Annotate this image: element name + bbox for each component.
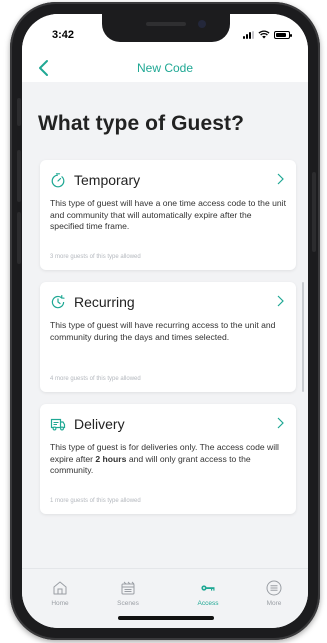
card-description: This type of guest will have a one time … [50, 198, 286, 231]
card-description: This type of guest will have recurring a… [50, 320, 276, 342]
volume-up-button [17, 150, 21, 202]
card-title: Delivery [74, 416, 125, 432]
key-icon [201, 585, 215, 591]
home-icon [53, 581, 67, 595]
recurring-clock-icon [51, 295, 65, 309]
card-title: Temporary [74, 172, 141, 188]
tab-scenes[interactable]: Scenes [98, 579, 158, 607]
page-header-title: New Code [136, 61, 194, 75]
notch [102, 14, 230, 42]
card-limit-note: 4 more guests of this type allowed [50, 376, 141, 382]
content: What type of Guest? Temporary This type … [22, 82, 308, 544]
home-indicator[interactable] [118, 616, 214, 620]
scenes-icon [121, 581, 135, 595]
status-icons [243, 30, 292, 39]
guest-type-card-temporary[interactable]: Temporary This type of guest will have a… [40, 160, 296, 270]
battery-icon [274, 30, 292, 39]
mute-switch [17, 98, 21, 126]
chevron-right-icon [277, 417, 284, 429]
guest-type-card-delivery[interactable]: Delivery This type of guest is for deliv… [40, 404, 296, 514]
cellular-signal-icon [243, 30, 254, 39]
card-description: This type of guest is for deliveries onl… [50, 442, 279, 475]
scrollbar[interactable] [302, 282, 304, 392]
card-limit-note: 3 more guests of this type allowed [50, 254, 141, 260]
wifi-icon [258, 30, 270, 39]
app-screen: 3:42 New Code What type of Guest? Tempor… [22, 14, 308, 628]
expiry-duration: 2 hours [95, 453, 127, 464]
guest-type-card-recurring[interactable]: Recurring This type of guest will have r… [40, 282, 296, 392]
tab-home[interactable]: Home [30, 579, 90, 607]
chevron-right-icon [277, 173, 284, 185]
card-limit-note: 1 more guests of this type allowed [50, 498, 141, 504]
nav-header: New Code [22, 54, 308, 82]
tab-more[interactable]: More [244, 579, 304, 607]
menu-icon [266, 580, 282, 596]
tab-access[interactable]: Access [178, 579, 238, 607]
page-title: What type of Guest? [38, 112, 245, 135]
chevron-right-icon [277, 295, 284, 307]
delivery-truck-icon [50, 418, 66, 431]
volume-down-button [17, 212, 21, 264]
status-time: 3:42 [52, 29, 75, 41]
stopwatch-icon [51, 173, 65, 188]
power-button [312, 172, 316, 252]
card-title: Recurring [74, 294, 135, 310]
